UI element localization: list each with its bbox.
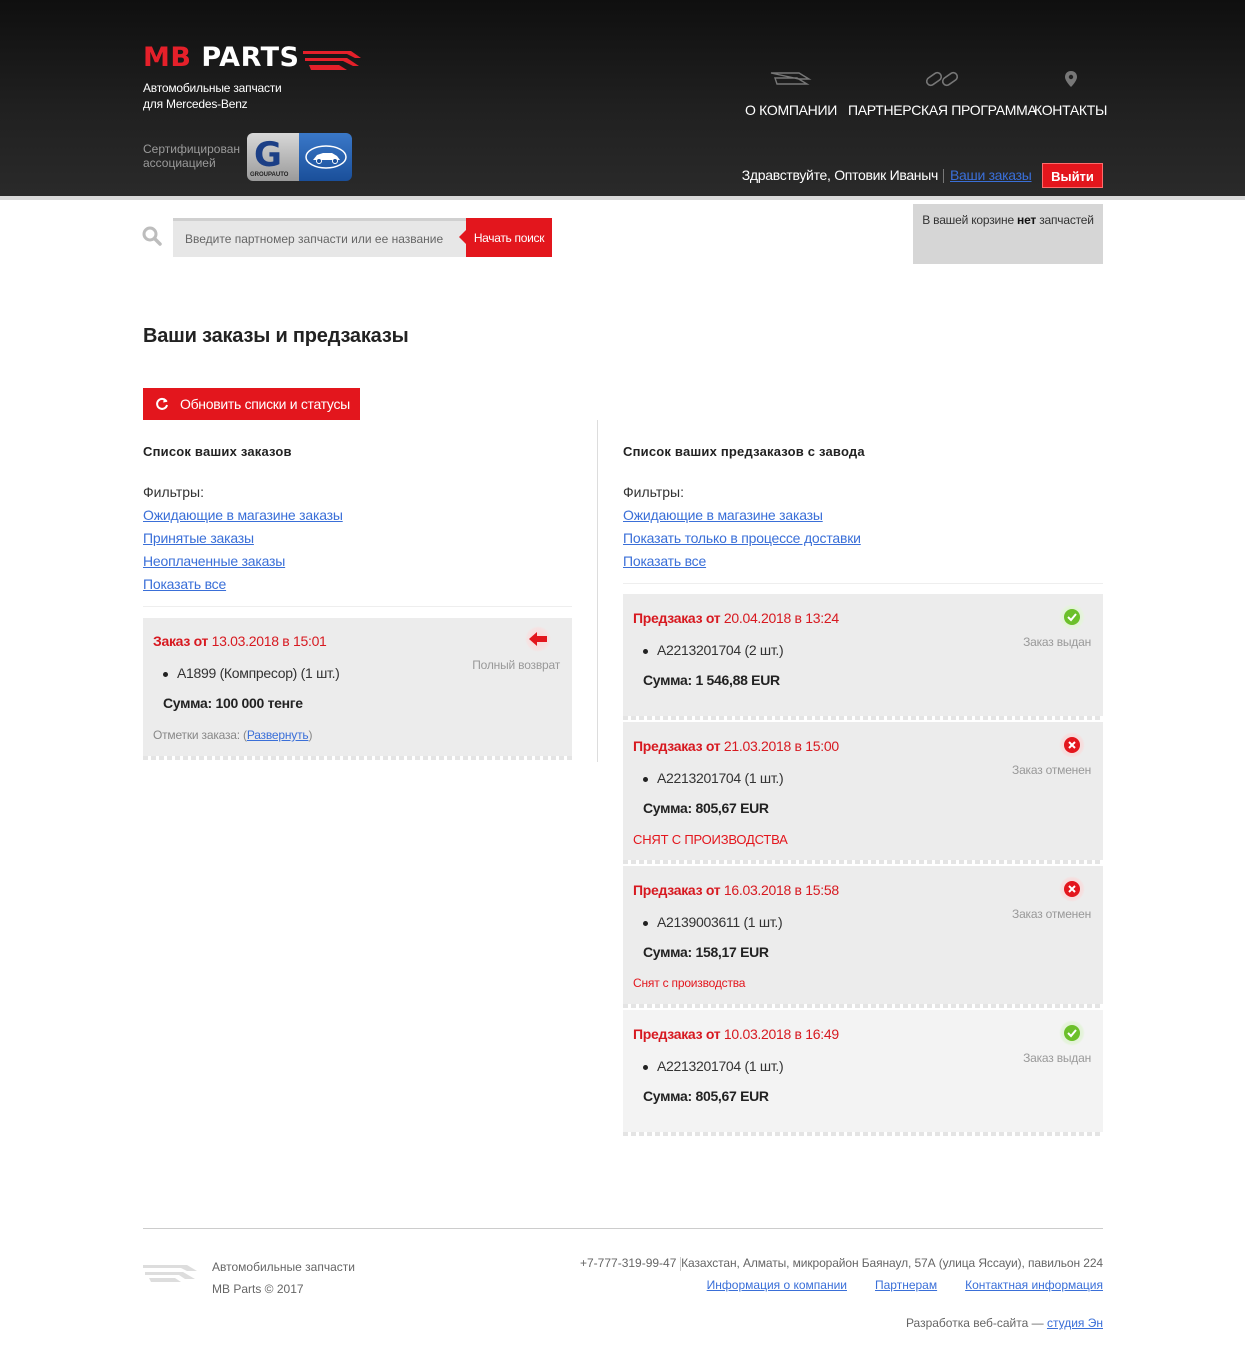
user-greeting: Здравствуйте, Оптовик Иваныч	[741, 167, 939, 183]
logout-button[interactable]: Выйти	[1042, 163, 1103, 188]
column-divider	[597, 420, 598, 762]
footer-address: Казахстан, Алматы, микрорайон Баянаул, 5…	[681, 1256, 1103, 1270]
preorder-sum: Сумма: 1 546,88 EUR	[643, 672, 780, 688]
preorder-title: Предзаказ от 21.03.2018 в 15:00	[633, 738, 839, 754]
footer-links: Информация о компании Партнерам Контактн…	[707, 1278, 1103, 1292]
order-marks: Отметки заказа: (Развернуть)	[153, 728, 313, 742]
preorder-card: Предзаказ от 21.03.2018 в 15:00 Заказ от…	[623, 722, 1103, 864]
page-title: Ваши заказы и предзаказы	[143, 325, 409, 347]
nav-contacts[interactable]: КОНТАКТЫ	[1034, 68, 1107, 118]
speed-stripes-icon	[769, 68, 813, 90]
footer-link-about[interactable]: Информация о компании	[707, 1278, 847, 1292]
preorder-card: Предзаказ от 16.03.2018 в 15:58 Заказ от…	[623, 866, 1103, 1008]
footer-divider	[143, 1228, 1103, 1229]
cart-summary[interactable]: В вашей корзине нет запчастей	[913, 204, 1103, 264]
refresh-icon	[156, 397, 168, 410]
groupauto-logo: G GROUPAUTO	[247, 133, 299, 181]
cancel-circle-icon	[1059, 732, 1085, 758]
orders-filters-label: Фильтры:	[143, 484, 204, 500]
site-logo[interactable]: MB PARTS	[143, 42, 361, 73]
preorder-sum: Сумма: 805,67 EUR	[643, 800, 769, 816]
preorders-filters-label: Фильтры:	[623, 484, 684, 500]
preorder-card: Предзаказ от 10.03.2018 в 16:49 Заказ вы…	[623, 1010, 1103, 1136]
location-pin-icon	[1064, 68, 1078, 90]
nav-contacts-label: КОНТАКТЫ	[1034, 102, 1108, 118]
preorder-sum: Сумма: 805,67 EUR	[643, 1088, 769, 1104]
site-header: MB PARTS Автомобильные запчасти для Merc…	[0, 0, 1245, 200]
chain-link-icon	[924, 68, 960, 90]
preorder-status: Заказ выдан	[1023, 1051, 1091, 1065]
tagline: Автомобильные запчасти для Mercedes-Benz	[143, 81, 282, 111]
orders-filter-show-all[interactable]: Показать все	[143, 576, 226, 592]
footer-logo-icon	[143, 1262, 203, 1287]
logo-text: MB PARTS	[143, 42, 300, 73]
expand-marks-link[interactable]: Развернуть	[247, 728, 309, 742]
preorder-note: СНЯТ С ПРОИЗВОДСТВА	[633, 832, 788, 847]
preorder-title: Предзаказ от 16.03.2018 в 15:58	[633, 882, 839, 898]
preorder-status: Заказ выдан	[1023, 635, 1091, 649]
check-circle-icon	[1059, 604, 1085, 630]
developer-studio-link[interactable]: студия Эн	[1047, 1316, 1103, 1330]
preorder-sum: Сумма: 158,17 EUR	[643, 944, 769, 960]
preorder-line-item: A2139003611 (1 шт.)	[642, 914, 783, 930]
footer-link-contacts[interactable]: Контактная информация	[965, 1278, 1103, 1292]
nav-about-label: О КОМПАНИИ	[745, 102, 837, 118]
check-circle-icon	[1059, 1020, 1085, 1046]
preorder-line-item: A2213201704 (1 шт.)	[642, 1058, 784, 1074]
preorders-list-title: Список ваших предзаказов с завода	[623, 444, 865, 459]
search-button[interactable]: Начать поиск	[459, 218, 552, 257]
preorders-filter-show-all[interactable]: Показать все	[623, 553, 706, 569]
preorder-title: Предзаказ от 20.04.2018 в 13:24	[633, 610, 839, 626]
logo-stripes-icon	[303, 51, 361, 70]
cancel-circle-icon	[1059, 876, 1085, 902]
order-sum: Сумма: 100 000 тенге	[163, 695, 303, 711]
search-input[interactable]	[173, 218, 466, 257]
preorder-card: Предзаказ от 20.04.2018 в 13:24 Заказ вы…	[623, 594, 1103, 720]
order-title: Заказ от 13.03.2018 в 15:01	[153, 633, 327, 649]
preorder-title: Предзаказ от 10.03.2018 в 16:49	[633, 1026, 839, 1042]
preorder-status: Заказ отменен	[1012, 763, 1091, 777]
orders-divider	[143, 606, 572, 607]
return-arrow-icon	[525, 626, 551, 652]
nav-partner[interactable]: ПАРТНЕРСКАЯ ПРОГРАММА	[848, 68, 1037, 118]
order-line-item: A1899 (Компресор) (1 шт.)	[163, 665, 340, 681]
footer-developer: Разработка веб-сайта — студия Эн	[905, 1316, 1103, 1330]
nav-about[interactable]: О КОМПАНИИ	[745, 68, 837, 118]
preorders-filter-waiting[interactable]: Ожидающие в магазине заказы	[623, 507, 823, 523]
order-status: Полный возврат	[472, 658, 560, 672]
footer-phone: +7-777-319-99-47	[580, 1256, 677, 1270]
your-orders-link[interactable]: Ваши заказы	[950, 167, 1032, 183]
search-icon	[142, 226, 162, 249]
orders-filter-waiting[interactable]: Ожидающие в магазине заказы	[143, 507, 343, 523]
nav-partner-label: ПАРТНЕРСКАЯ ПРОГРАММА	[848, 102, 1037, 118]
preorder-status: Заказ отменен	[1012, 907, 1091, 921]
footer-copyright: Автомобильные запчасти MB Parts © 2017	[212, 1260, 355, 1296]
greeting-divider	[943, 169, 944, 183]
refresh-lists-button[interactable]: Обновить списки и статусы	[143, 388, 360, 420]
certification-label: Сертифицирован ассоциацией	[143, 142, 240, 170]
orders-list-title: Список ваших заказов	[143, 444, 292, 459]
orders-filter-unpaid[interactable]: Неоплаченные заказы	[143, 553, 285, 569]
orders-filter-accepted[interactable]: Принятые заказы	[143, 530, 254, 546]
preorder-line-item: A2213201704 (2 шт.)	[642, 642, 784, 658]
preorders-divider	[623, 583, 1103, 584]
car-badge-icon	[299, 133, 352, 181]
footer-link-partners[interactable]: Партнерам	[875, 1278, 937, 1292]
preorder-note: Снят с производства	[633, 976, 746, 990]
preorder-line-item: A2213201704 (1 шт.)	[642, 770, 784, 786]
order-card: Заказ от 13.03.2018 в 15:01 Полный возвр…	[143, 618, 572, 760]
groupauto-badge: G GROUPAUTO	[247, 133, 352, 181]
preorders-filter-delivery[interactable]: Показать только в процессе доставки	[623, 530, 861, 546]
